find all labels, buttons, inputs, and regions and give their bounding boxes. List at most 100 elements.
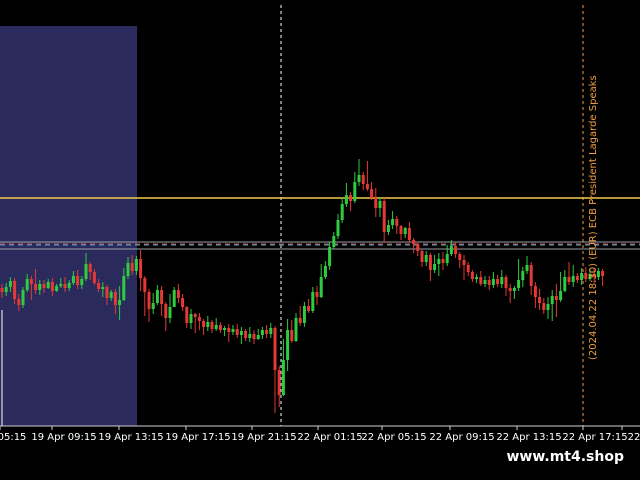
- candle-body: [323, 266, 327, 277]
- candle-body: [227, 328, 231, 332]
- session-shade: [0, 26, 137, 426]
- candle-body: [202, 321, 206, 327]
- candle-body: [336, 220, 340, 236]
- candle-body: [164, 304, 168, 318]
- candle-body: [433, 264, 437, 270]
- candle-body: [80, 279, 84, 285]
- candle-body: [475, 277, 479, 279]
- candle-body: [315, 292, 319, 297]
- candle-body: [521, 271, 525, 280]
- x-tick-label: 22 Apr 05:15: [361, 432, 426, 443]
- candle-body: [17, 299, 21, 305]
- candle-body: [29, 279, 33, 284]
- candle-body: [601, 271, 605, 276]
- candle-body: [130, 263, 134, 271]
- candle-body: [71, 276, 75, 283]
- candle-body: [567, 277, 571, 282]
- x-tick-label: 19 Apr 21:15: [231, 432, 296, 443]
- candle-body: [370, 189, 374, 198]
- candle-body: [340, 204, 344, 220]
- candle-body: [92, 272, 96, 283]
- candle-body: [538, 297, 542, 303]
- candle-body: [118, 300, 122, 305]
- candle-body: [239, 331, 243, 335]
- candle-body: [50, 282, 54, 291]
- x-tick-label: 22 Apr 17:15: [562, 432, 627, 443]
- candle-body: [252, 334, 256, 339]
- candle-body: [542, 303, 546, 310]
- candle-body: [458, 254, 462, 260]
- candle-body: [101, 287, 105, 289]
- candle-body: [420, 251, 424, 262]
- candle-body: [332, 236, 336, 247]
- candle-body: [399, 226, 403, 234]
- candle-body: [244, 331, 248, 338]
- candle-body: [290, 330, 294, 341]
- candle-body: [155, 290, 159, 303]
- candle-body: [76, 276, 80, 285]
- candle-body: [529, 265, 533, 286]
- candle-body: [328, 247, 332, 266]
- candle-body: [571, 276, 575, 282]
- candle-body: [386, 225, 390, 232]
- candle-body: [265, 330, 269, 334]
- candle-body: [449, 246, 453, 254]
- candle-body: [403, 228, 407, 234]
- candle-body: [349, 195, 353, 201]
- candle-body: [67, 283, 71, 288]
- candle-body: [122, 276, 126, 300]
- candle-body: [319, 277, 323, 297]
- candle-body: [437, 259, 441, 264]
- candle-body: [395, 219, 399, 226]
- candle-body: [46, 282, 50, 288]
- candle-body: [189, 314, 193, 323]
- candle-body: [214, 325, 218, 329]
- candle-body: [311, 292, 315, 311]
- x-tick-label: 19 Apr 17:15: [165, 432, 230, 443]
- candle-body: [407, 228, 411, 240]
- candle-body: [559, 291, 563, 300]
- candle-body: [151, 303, 155, 309]
- candle-body: [533, 286, 537, 297]
- candle-body: [416, 244, 420, 251]
- candle-body: [374, 198, 378, 208]
- candle-body: [470, 272, 474, 279]
- candle-body: [8, 281, 12, 287]
- candle-body: [88, 264, 92, 272]
- x-tick-label: 22: [628, 432, 640, 443]
- candle-body: [500, 277, 504, 284]
- candle-body: [512, 288, 516, 291]
- candle-body: [38, 284, 42, 290]
- x-tick-label: 05:15: [0, 432, 26, 443]
- candle-body: [466, 265, 470, 272]
- candle-body: [139, 259, 143, 278]
- candle-body: [0, 288, 4, 292]
- candle-body: [197, 317, 201, 321]
- candle-body: [546, 304, 550, 310]
- candle-body: [235, 329, 239, 335]
- candle-body: [353, 182, 357, 201]
- candle-body: [554, 296, 558, 300]
- candle-body: [193, 314, 197, 317]
- candle-body: [428, 255, 432, 270]
- candle-body: [584, 273, 588, 279]
- x-tick-label: 19 Apr 09:15: [31, 432, 96, 443]
- candle-body: [143, 278, 147, 292]
- candle-body: [269, 328, 273, 334]
- candle-body: [483, 280, 487, 284]
- candle-body: [97, 283, 101, 289]
- candle-body: [63, 284, 67, 288]
- x-tick-label: 22 Apr 01:15: [297, 432, 362, 443]
- price-chart[interactable]: (2024.04.22 18:30) (EUR) ECB President L…: [0, 0, 640, 480]
- candle-body: [42, 284, 46, 288]
- candle-body: [496, 279, 500, 284]
- candle-body: [575, 276, 579, 280]
- candle-body: [441, 259, 445, 263]
- candle-body: [168, 307, 172, 318]
- candle-body: [256, 335, 260, 339]
- candle-body: [181, 298, 185, 307]
- candle-body: [550, 296, 554, 304]
- candle-body: [231, 329, 235, 332]
- x-tick-label: 22 Apr 09:15: [429, 432, 494, 443]
- candle: [172, 287, 176, 307]
